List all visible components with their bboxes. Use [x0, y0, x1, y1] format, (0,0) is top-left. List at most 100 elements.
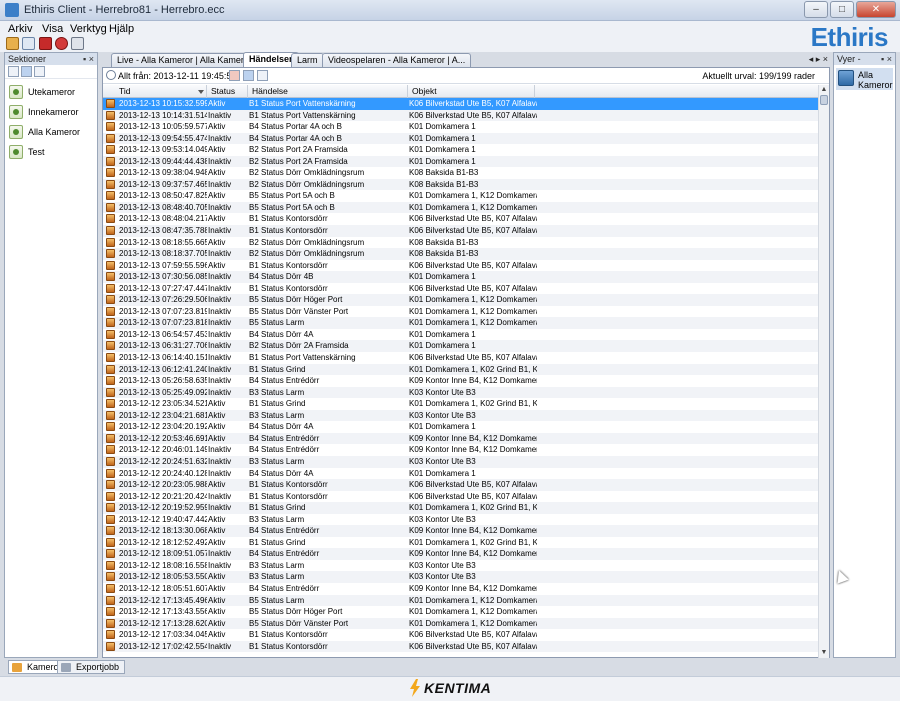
column-header-objekt[interactable]: Objekt [408, 85, 535, 98]
table-row[interactable]: 2013-12-13 07:30:56.085 Inaktiv B4 Status … [103, 271, 819, 283]
record-icon[interactable] [39, 37, 52, 50]
open-folder-icon[interactable] [6, 37, 19, 50]
table-row[interactable]: 2013-12-13 07:26:29.506 Inaktiv B5 Status … [103, 294, 819, 306]
tab-close-icon[interactable]: ◂ ▸ × [809, 54, 828, 65]
table-row[interactable]: 2013-12-12 20:53:46.691 Aktiv B4 Status En… [103, 432, 819, 445]
maximize-button[interactable]: □ [830, 1, 854, 18]
table-row[interactable]: 2013-12-13 07:59:55.596 Aktiv B1 Status Ko… [103, 260, 819, 272]
cell-tid: 2013-12-13 05:25:49.092 [119, 387, 207, 397]
section-item-utekameror[interactable]: Utekameror [5, 82, 97, 101]
bottom-tab-exportjobb[interactable]: Exportjobb [57, 660, 126, 674]
column-header-status[interactable]: Status [207, 85, 248, 98]
menu-arkiv[interactable]: Arkiv [8, 23, 32, 35]
export-icon[interactable] [243, 70, 254, 81]
vertical-scrollbar[interactable]: ▲ ▼ [818, 85, 829, 658]
table-row[interactable]: 2013-12-12 18:13:30.068 Aktiv B4 Status En… [103, 525, 819, 537]
table-row[interactable]: 2013-12-13 06:14:40.151 Inaktiv B1 Status … [103, 352, 819, 364]
table-row[interactable]: 2013-12-13 06:31:27.706 Inaktiv B2 Status … [103, 340, 819, 353]
table-row[interactable]: 2013-12-12 20:24:40.128 Inaktiv B4 Status … [103, 468, 819, 480]
table-row[interactable]: 2013-12-13 10:15:32.599 Aktiv B1 Status Po… [103, 98, 819, 110]
table-row[interactable]: 2013-12-13 09:37:57.465 Inaktiv B2 Status … [103, 178, 819, 191]
table-row[interactable]: 2013-12-13 06:54:57.453 Inaktiv B4 Status … [103, 329, 819, 341]
menu-hjalp[interactable]: Hjälp [109, 23, 134, 35]
cell-objekt: K03 Kontor Ute B3 [409, 410, 476, 420]
table-row[interactable]: 2013-12-12 20:46:01.149 Inaktiv B4 Status … [103, 444, 819, 456]
table-row[interactable]: 2013-12-13 08:48:40.705 Inaktiv B5 Status … [103, 201, 819, 214]
cell-handelse: B3 Status Larm [249, 514, 305, 524]
cell-tid: 2013-12-13 07:26:29.506 [119, 295, 207, 305]
close-button[interactable]: ✕ [856, 1, 896, 18]
cell-tid: 2013-12-13 09:44:44.438 [119, 156, 207, 166]
details-view-icon[interactable] [34, 66, 45, 77]
scroll-down-icon[interactable]: ▼ [820, 649, 828, 657]
connect-icon[interactable] [22, 37, 35, 50]
column-header-tid[interactable]: Tid [115, 85, 207, 98]
table-row[interactable]: 2013-12-13 09:53:14.049 Aktiv B2 Status Po… [103, 144, 819, 156]
section-item-innekameror[interactable]: Innekameror [5, 102, 97, 121]
table-row[interactable]: 2013-12-13 08:50:47.825 Aktiv B5 Status Po… [103, 190, 819, 202]
table-row[interactable]: 2013-12-12 19:40:47.442 Aktiv B3 Status La… [103, 514, 819, 526]
search-icon[interactable] [257, 70, 268, 81]
table-row[interactable]: 2013-12-12 17:13:43.556 Aktiv B5 Status Dö… [103, 606, 819, 618]
tab-videospelaren[interactable]: Videospelaren - Alla Kameror | A... [322, 53, 472, 67]
table-row[interactable]: 2013-12-13 08:18:37.705 Inaktiv B2 Status … [103, 248, 819, 260]
table-row[interactable]: 2013-12-13 08:47:35.788 Inaktiv B1 Status … [103, 225, 819, 237]
tab-larm[interactable]: Larm [291, 53, 324, 67]
cell-tid: 2013-12-13 05:26:58.635 [119, 376, 207, 386]
table-row[interactable]: 2013-12-13 08:18:55.665 Aktiv B2 Status Dö… [103, 237, 819, 249]
table-row[interactable]: 2013-12-12 18:08:16.558 Inaktiv B3 Status … [103, 560, 819, 572]
table-row[interactable]: 2013-12-13 07:27:47.447 Inaktiv B1 Status … [103, 283, 819, 295]
table-row[interactable]: 2013-12-13 05:26:58.635 Inaktiv B4 Status … [103, 375, 819, 387]
section-item-alla-kameror[interactable]: Alla Kameror [5, 122, 97, 141]
cell-objekt: K01 Domkamera 1 [409, 422, 476, 432]
power-icon[interactable] [55, 37, 68, 50]
table-row[interactable]: 2013-12-12 20:24:51.632 Inaktiv B3 Status … [103, 455, 819, 468]
table-row[interactable]: 2013-12-13 10:05:59.577 Aktiv B4 Status Po… [103, 121, 819, 133]
scroll-up-icon[interactable]: ▲ [820, 86, 828, 94]
scrollbar-thumb[interactable] [820, 95, 828, 105]
table-row[interactable]: 2013-12-12 23:04:21.681 Aktiv B3 Status La… [103, 409, 819, 422]
table-row[interactable]: 2013-12-12 17:13:28.620 Aktiv B5 Status Dö… [103, 617, 819, 630]
table-row[interactable]: 2013-12-12 18:12:52.492 Aktiv B1 Status Gr… [103, 537, 819, 549]
table-row[interactable]: 2013-12-12 18:05:53.550 Aktiv B3 Status La… [103, 571, 819, 583]
table-row[interactable]: 2013-12-12 20:21:20.424 Inaktiv B1 Status … [103, 491, 819, 503]
table-row[interactable]: 2013-12-12 17:02:42.554 Inaktiv B1 Status … [103, 640, 819, 653]
cell-handelse: B1 Status Kontorsdörr [249, 283, 328, 293]
minimize-button[interactable]: – [804, 1, 828, 18]
table-row[interactable]: 2013-12-13 06:12:41.240 Inaktiv B1 Status … [103, 363, 819, 376]
table-row[interactable]: 2013-12-12 17:13:45.496 Aktiv B5 Status La… [103, 594, 819, 607]
table-row[interactable]: 2013-12-13 07:07:23.818 Inaktiv B5 Status … [103, 317, 819, 329]
menu-visa[interactable]: Visa [42, 23, 63, 35]
section-item-test[interactable]: Test [5, 142, 97, 161]
table-row[interactable]: 2013-12-12 17:03:34.045 Aktiv B1 Status Ko… [103, 629, 819, 641]
table-row[interactable]: 2013-12-13 09:44:44.438 Inaktiv B2 Status … [103, 155, 819, 168]
list-view-icon[interactable] [21, 66, 32, 77]
table-row[interactable]: 2013-12-12 18:05:51.607 Aktiv B4 Status En… [103, 583, 819, 595]
column-header-handelse[interactable]: Händelse [248, 85, 408, 98]
view-item-alla-kameror[interactable]: Alla Kameror [836, 68, 893, 90]
table-row[interactable]: 2013-12-13 09:54:55.474 Inaktiv B4 Status … [103, 132, 819, 145]
large-icons-view-icon[interactable] [8, 66, 19, 77]
table-row[interactable]: 2013-12-13 10:14:31.514 Inaktiv B1 Status … [103, 109, 819, 122]
cell-objekt: K06 Bilverkstad Ute B5, K07 Alfalaval ..… [409, 641, 537, 651]
tab-live[interactable]: Live - Alla Kameror | Alla Kameror [111, 53, 258, 67]
table-row[interactable]: 2013-12-12 23:04:20.192 Aktiv B4 Status Dö… [103, 421, 819, 433]
toolbar [0, 36, 900, 52]
menu-verktyg[interactable]: Verktyg [70, 23, 107, 35]
cell-handelse: B1 Status Kontorsdörr [249, 480, 328, 490]
table-row[interactable]: 2013-12-13 07:07:23.819 Inaktiv B5 Status … [103, 306, 819, 318]
pin-icon[interactable]: ▪ × [881, 53, 892, 65]
cell-tid: 2013-12-12 17:13:43.556 [119, 607, 207, 617]
table-row[interactable]: 2013-12-12 18:09:51.057 Inaktiv B4 Status … [103, 548, 819, 560]
table-row[interactable]: 2013-12-13 05:25:49.092 Inaktiv B3 Status … [103, 386, 819, 399]
table-row[interactable]: 2013-12-12 23:05:34.521 Aktiv B1 Status Gr… [103, 398, 819, 410]
table-row[interactable]: 2013-12-12 20:23:05.988 Aktiv B1 Status Ko… [103, 479, 819, 491]
cell-tid: 2013-12-13 10:14:31.514 [119, 110, 207, 120]
lock-icon[interactable] [71, 37, 84, 50]
filter-icon[interactable] [229, 70, 240, 81]
cell-tid: 2013-12-13 08:50:47.825 [119, 191, 207, 201]
table-row[interactable]: 2013-12-12 20:19:52.959 Inaktiv B1 Status … [103, 502, 819, 514]
table-row[interactable]: 2013-12-13 08:48:04.217 Aktiv B1 Status Ko… [103, 213, 819, 225]
pin-icon[interactable]: ▪ × [83, 53, 94, 65]
table-row[interactable]: 2013-12-13 09:38:04.948 Aktiv B2 Status Dö… [103, 167, 819, 179]
